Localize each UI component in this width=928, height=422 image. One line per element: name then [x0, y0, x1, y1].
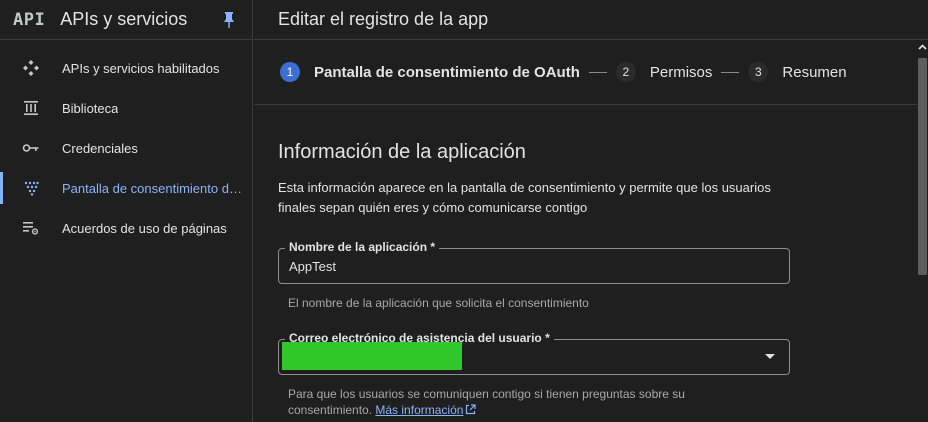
- sidebar: API APIs y servicios APIs y servicios ha…: [0, 0, 253, 422]
- step-label: Resumen: [782, 63, 847, 81]
- app-name-input[interactable]: [289, 259, 769, 274]
- step-number: 3: [748, 62, 769, 82]
- settings-list-icon: [21, 218, 41, 238]
- consent-dots-icon: [21, 178, 41, 198]
- app-name-hint: El nombre de la aplicación que solicita …: [288, 296, 589, 310]
- redacted-email-value: [282, 342, 462, 370]
- scrollbar-thumb[interactable]: [918, 58, 927, 275]
- step-label: Pantalla de consentimiento de OAuth: [314, 63, 580, 81]
- more-info-link[interactable]: Más información: [375, 403, 463, 417]
- page-title: Editar el registro de la app: [278, 9, 489, 29]
- sidebar-item-label: Pantalla de consentimiento de OAuth: [62, 180, 242, 196]
- apis-diamond-icon: [21, 58, 41, 78]
- sidebar-item-acuerdos[interactable]: Acuerdos de uso de páginas: [0, 208, 252, 248]
- stepper: 1 Pantalla de consentimiento de OAuth 2 …: [254, 40, 928, 105]
- step-number: 2: [615, 62, 636, 82]
- step-divider: [588, 71, 607, 73]
- sidebar-item-label: Credenciales: [62, 140, 138, 156]
- scroll-up-arrow-icon[interactable]: [918, 43, 927, 52]
- sidebar-header: API APIs y servicios: [0, 0, 252, 40]
- app-name-field[interactable]: Nombre de la aplicación *: [278, 240, 790, 284]
- support-email-hint-text: Para que los usuarios se comuniquen cont…: [288, 387, 685, 417]
- library-icon: [21, 98, 41, 118]
- sidebar-item-label: APIs y servicios habilitados: [62, 60, 220, 76]
- app-name-label: Nombre de la aplicación *: [285, 240, 440, 254]
- main-panel: Editar el registro de la app 1 Pantalla …: [254, 0, 928, 422]
- chevron-down-icon[interactable]: [765, 354, 775, 359]
- external-link-icon[interactable]: [465, 404, 477, 415]
- sidebar-item-apis-habilitados[interactable]: APIs y servicios habilitados: [0, 48, 252, 88]
- main-header: Editar el registro de la app: [254, 0, 928, 40]
- vertical-scrollbar[interactable]: [917, 40, 928, 422]
- sidebar-nav: APIs y servicios habilitados Biblioteca: [0, 40, 252, 248]
- section-description: Esta información aparece en la pantalla …: [278, 180, 771, 215]
- step-label: Permisos: [649, 63, 713, 81]
- step-permisos[interactable]: 2 Permisos: [615, 62, 713, 82]
- sidebar-item-biblioteca[interactable]: Biblioteca: [0, 88, 252, 128]
- api-logo: API: [13, 9, 46, 30]
- step-resumen[interactable]: 3 Resumen: [748, 62, 847, 82]
- section-title: Información de la aplicación: [278, 141, 526, 163]
- sidebar-item-credenciales[interactable]: Credenciales: [0, 128, 252, 168]
- step-oauth-consent[interactable]: 1 Pantalla de consentimiento de OAuth: [280, 62, 580, 82]
- pin-icon[interactable]: [222, 11, 236, 29]
- form-content: Información de la aplicación Esta inform…: [254, 105, 894, 418]
- key-icon: [21, 138, 41, 158]
- sidebar-title: APIs y servicios: [60, 9, 188, 29]
- support-email-hint: Para que los usuarios se comuniquen cont…: [288, 386, 758, 418]
- step-number: 1: [280, 62, 300, 82]
- sidebar-item-label: Acuerdos de uso de páginas: [62, 220, 227, 236]
- step-divider: [721, 71, 740, 73]
- support-email-select[interactable]: Correo electrónico de asistencia del usu…: [278, 331, 790, 375]
- sidebar-item-label: Biblioteca: [62, 100, 119, 116]
- sidebar-item-pantalla-consentimiento[interactable]: Pantalla de consentimiento de OAuth: [0, 168, 252, 208]
